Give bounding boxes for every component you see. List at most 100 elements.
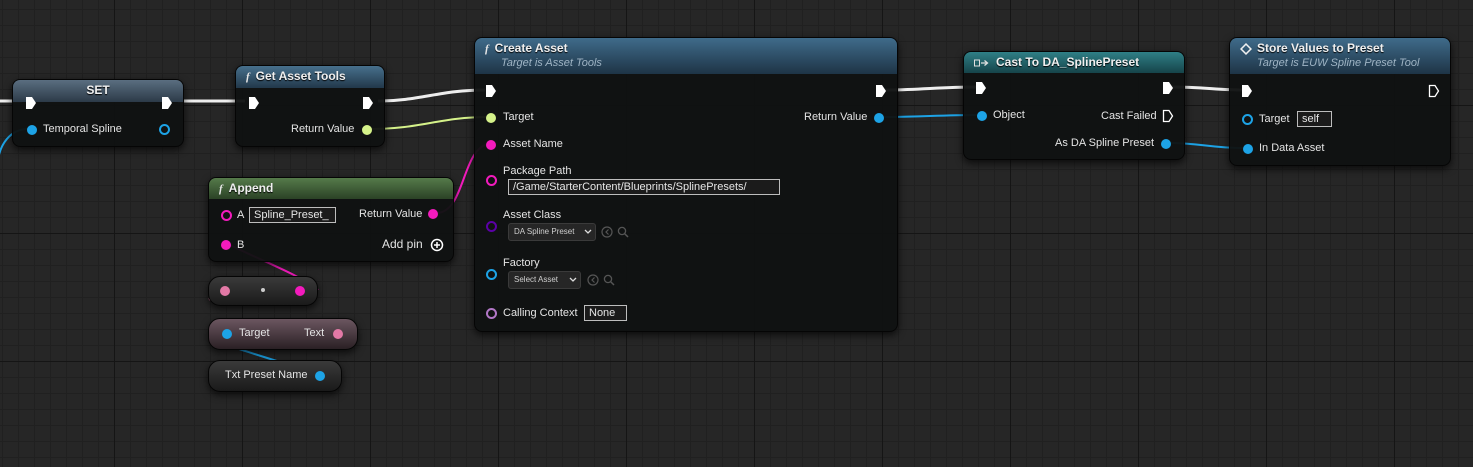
diamond-icon xyxy=(1239,43,1253,56)
create-asset-header: f Create Asset Target is Asset Tools xyxy=(475,38,897,74)
set-node[interactable]: SET Temporal Spline xyxy=(12,79,184,147)
exec-out-pin[interactable] xyxy=(362,96,374,110)
exec-out-pin[interactable] xyxy=(1428,84,1440,98)
set-node-title: SET xyxy=(86,83,110,97)
factory-pin[interactable] xyxy=(486,269,497,280)
return-value-pin[interactable] xyxy=(428,209,438,219)
cast-failed-exec-pin[interactable] xyxy=(1162,109,1174,123)
calling-context-input[interactable]: None xyxy=(584,305,627,321)
target-input[interactable]: self xyxy=(1297,111,1332,127)
function-icon: f xyxy=(485,43,489,55)
temporal-spline-in-pin[interactable] xyxy=(27,125,37,135)
add-pin-icon[interactable] xyxy=(430,238,444,252)
asset-class-dropdown[interactable]: DA Spline Preset xyxy=(508,223,596,241)
text-out-pin[interactable] xyxy=(333,329,343,339)
target-label: Target xyxy=(503,111,534,123)
conversion-dot-icon xyxy=(261,288,265,292)
add-pin-label[interactable]: Add pin xyxy=(382,238,423,251)
chevron-down-icon xyxy=(584,229,592,234)
target-in-pin[interactable] xyxy=(222,329,232,339)
object-label: Object xyxy=(993,109,1025,121)
target-pin[interactable] xyxy=(486,113,496,123)
set-node-header: SET xyxy=(13,80,183,102)
use-selected-icon[interactable] xyxy=(587,274,599,286)
calling-context-pin[interactable] xyxy=(486,308,497,319)
function-icon: f xyxy=(246,71,250,83)
conversion-node[interactable] xyxy=(208,276,318,306)
txt-preset-name-node[interactable]: Txt Preset Name xyxy=(208,360,342,392)
store-values-header: Store Values to Preset Target is EUW Spl… xyxy=(1230,38,1450,74)
temporal-spline-label: Temporal Spline xyxy=(43,123,122,135)
exec-in-pin[interactable] xyxy=(248,96,260,110)
asset-tools-wire xyxy=(370,116,489,130)
temporal-spline-out-pin[interactable] xyxy=(159,124,170,135)
exec-in-pin[interactable] xyxy=(25,96,37,110)
package-path-input[interactable]: /Game/StarterContent/Blueprints/SplinePr… xyxy=(508,179,780,195)
use-selected-icon[interactable] xyxy=(601,226,613,238)
exec-in-pin[interactable] xyxy=(975,81,987,95)
asset-class-label: Asset Class xyxy=(503,209,562,221)
text-label: Text xyxy=(304,327,325,339)
append-header: f Append xyxy=(209,178,453,199)
in-data-asset-label: In Data Asset xyxy=(1259,142,1325,154)
exec-out-pin[interactable] xyxy=(875,84,887,98)
as-da-spline-preset-pin[interactable] xyxy=(1161,139,1171,149)
pin-b-label: B xyxy=(237,239,245,251)
store-values-node[interactable]: Store Values to Preset Target is EUW Spl… xyxy=(1229,37,1451,166)
asset-name-label: Asset Name xyxy=(503,138,563,150)
create-asset-subtitle: Target is Asset Tools xyxy=(501,57,602,69)
store-values-subtitle: Target is EUW Spline Preset Tool xyxy=(1257,57,1420,70)
return-value-label: Return Value xyxy=(291,123,355,135)
factory-label: Factory xyxy=(503,257,540,269)
object-pin[interactable] xyxy=(977,111,987,121)
exec-in-pin[interactable] xyxy=(1241,84,1253,98)
store-values-title: Store Values to Preset xyxy=(1257,41,1384,55)
txt-preset-name-out-pin[interactable] xyxy=(315,371,325,381)
exec-wire xyxy=(377,88,486,103)
cast-header: Cast To DA_SplinePreset xyxy=(964,52,1184,73)
asset-name-pin[interactable] xyxy=(486,140,496,150)
return-value-pin[interactable] xyxy=(362,125,372,135)
package-path-label: Package Path xyxy=(503,165,572,177)
conversion-out-pin[interactable] xyxy=(295,286,305,296)
pin-b[interactable] xyxy=(221,240,231,250)
exec-in-pin[interactable] xyxy=(485,84,497,98)
factory-dropdown[interactable]: Select Asset xyxy=(508,271,581,289)
pin-a-label: A xyxy=(237,209,245,221)
pin-a-input[interactable]: Spline_Preset_ xyxy=(249,207,336,223)
cast-title: Cast To DA_SplinePreset xyxy=(996,55,1140,69)
get-asset-tools-node[interactable]: f Get Asset Tools Return Value xyxy=(235,65,385,147)
cast-arrow-icon xyxy=(974,59,989,67)
get-asset-tools-header: f Get Asset Tools xyxy=(236,66,384,88)
target-label: Target xyxy=(1259,113,1290,125)
append-node[interactable]: f Append A Spline_Preset_ Return Value B … xyxy=(208,177,454,262)
return-value-label: Return Value xyxy=(359,208,423,220)
asset-class-value: DA Spline Preset xyxy=(514,227,575,236)
create-asset-node[interactable]: f Create Asset Target is Asset Tools Targ… xyxy=(474,37,898,332)
append-title: Append xyxy=(228,181,274,195)
conversion-in-pin[interactable] xyxy=(220,286,230,296)
package-path-pin[interactable] xyxy=(486,175,497,186)
get-asset-tools-title: Get Asset Tools xyxy=(255,69,346,83)
target-pin[interactable] xyxy=(1242,114,1253,125)
calling-context-label: Calling Context xyxy=(503,307,578,319)
return-value-pin[interactable] xyxy=(874,113,884,123)
exec-out-pin[interactable] xyxy=(1162,81,1174,95)
return-value-label: Return Value xyxy=(804,111,868,123)
in-data-asset-pin[interactable] xyxy=(1243,144,1253,154)
pin-a[interactable] xyxy=(221,210,232,221)
asset-class-pin[interactable] xyxy=(486,221,497,232)
as-da-spline-preset-label: As DA Spline Preset xyxy=(1055,137,1155,149)
target-label: Target xyxy=(239,327,270,339)
factory-value: Select Asset xyxy=(514,275,559,284)
cast-node[interactable]: Cast To DA_SplinePreset Object Cast Fail… xyxy=(963,51,1185,160)
exec-out-pin[interactable] xyxy=(161,96,173,110)
function-icon: f xyxy=(219,183,223,195)
cast-failed-label: Cast Failed xyxy=(1101,110,1157,122)
txt-preset-name-label: Txt Preset Name xyxy=(225,369,308,381)
browse-search-icon[interactable] xyxy=(603,274,615,286)
browse-search-icon[interactable] xyxy=(617,226,629,238)
get-text-node[interactable]: Target Text xyxy=(208,318,358,350)
create-asset-title: Create Asset xyxy=(494,41,568,55)
chevron-down-icon xyxy=(569,277,577,282)
